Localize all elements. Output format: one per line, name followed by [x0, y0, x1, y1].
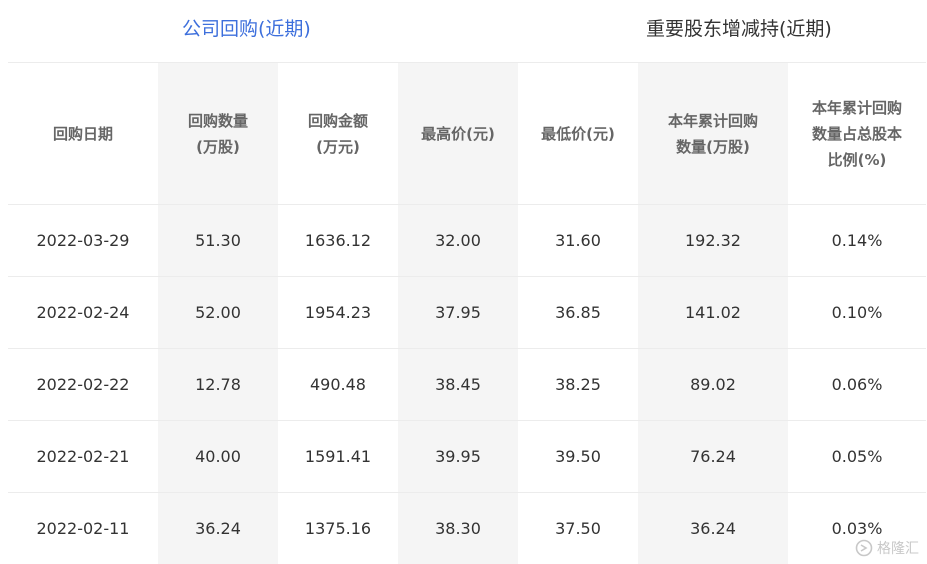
gelonghui-logo-icon	[855, 539, 873, 557]
header-lowest-price: 最低价(元)	[518, 62, 638, 205]
cell-ytd-quantity: 36.24	[638, 492, 788, 564]
header-line: 回购数量	[187, 111, 248, 130]
cell-high: 38.30	[398, 492, 518, 564]
cell-quantity: 40.00	[158, 420, 278, 493]
header-ytd-share-ratio: 本年累计回购 数量占总股本 比例(%)	[788, 62, 926, 205]
header-line: 本年累计回购	[667, 111, 758, 130]
header-line: 最低价(元)	[541, 124, 615, 143]
cell-high: 37.95	[398, 276, 518, 349]
cell-amount: 1591.41	[278, 420, 398, 493]
cell-ytd-quantity: 89.02	[638, 348, 788, 421]
header-line: 本年累计回购	[811, 98, 902, 117]
cell-high: 32.00	[398, 204, 518, 277]
cell-quantity: 51.30	[158, 204, 278, 277]
tab-company-buyback[interactable]: 公司回购(近期)	[182, 14, 311, 44]
header-line: 数量(万股)	[676, 137, 750, 156]
cell-date: 2022-02-24	[8, 276, 158, 349]
cell-high: 38.45	[398, 348, 518, 421]
cell-quantity: 36.24	[158, 492, 278, 564]
cell-low: 31.60	[518, 204, 638, 277]
header-ytd-buyback-quantity: 本年累计回购 数量(万股)	[638, 62, 788, 205]
cell-date: 2022-02-22	[8, 348, 158, 421]
cell-low: 38.25	[518, 348, 638, 421]
header-buyback-amount: 回购金额 (万元)	[278, 62, 398, 205]
watermark: 格隆汇	[855, 538, 919, 558]
cell-date: 2022-02-11	[8, 492, 158, 564]
table-row: 2022-02-21 40.00 1591.41 39.95 39.50 76.…	[8, 420, 926, 493]
header-line: 最高价(元)	[421, 124, 495, 143]
cell-quantity: 12.78	[158, 348, 278, 421]
cell-amount: 1375.16	[278, 492, 398, 564]
cell-ytd-quantity: 192.32	[638, 204, 788, 277]
cell-ytd-ratio: 0.10%	[788, 276, 926, 349]
cell-ytd-ratio: 0.05%	[788, 420, 926, 493]
cell-ytd-quantity: 141.02	[638, 276, 788, 349]
buyback-table-container: 回购日期 回购数量 (万股) 回购金额 (万元) 最高价(元) 最低价(元) 本	[8, 62, 926, 564]
cell-ytd-ratio: 0.06%	[788, 348, 926, 421]
table-row: 2022-02-24 52.00 1954.23 37.95 36.85 141…	[8, 276, 926, 349]
cell-quantity: 52.00	[158, 276, 278, 349]
cell-low: 39.50	[518, 420, 638, 493]
cell-low: 37.50	[518, 492, 638, 564]
buyback-table: 回购日期 回购数量 (万股) 回购金额 (万元) 最高价(元) 最低价(元) 本	[8, 62, 926, 564]
header-line: (万股)	[196, 137, 240, 156]
cell-amount: 1954.23	[278, 276, 398, 349]
table-row: 2022-03-29 51.30 1636.12 32.00 31.60 192…	[8, 204, 926, 277]
cell-high: 39.95	[398, 420, 518, 493]
watermark-text: 格隆汇	[877, 541, 919, 557]
header-line: 比例(%)	[827, 150, 887, 169]
cell-date: 2022-02-21	[8, 420, 158, 493]
cell-ytd-quantity: 76.24	[638, 420, 788, 493]
table-header-row: 回购日期 回购数量 (万股) 回购金额 (万元) 最高价(元) 最低价(元) 本	[8, 62, 926, 205]
header-line: 回购金额	[307, 111, 368, 130]
cell-low: 36.85	[518, 276, 638, 349]
tab-bar: 公司回购(近期) 重要股东增减持(近期)	[0, 0, 927, 62]
table-row: 2022-02-11 36.24 1375.16 38.30 37.50 36.…	[8, 492, 926, 564]
header-line: 数量占总股本	[811, 124, 902, 143]
table-row: 2022-02-22 12.78 490.48 38.45 38.25 89.0…	[8, 348, 926, 421]
cell-amount: 490.48	[278, 348, 398, 421]
tab-major-shareholder-changes[interactable]: 重要股东增减持(近期)	[646, 14, 832, 44]
header-line: 回购日期	[52, 124, 113, 143]
header-line: (万元)	[316, 137, 360, 156]
header-highest-price: 最高价(元)	[398, 62, 518, 205]
header-buyback-date: 回购日期	[8, 62, 158, 205]
header-buyback-quantity: 回购数量 (万股)	[158, 62, 278, 205]
cell-amount: 1636.12	[278, 204, 398, 277]
cell-ytd-ratio: 0.14%	[788, 204, 926, 277]
cell-date: 2022-03-29	[8, 204, 158, 277]
